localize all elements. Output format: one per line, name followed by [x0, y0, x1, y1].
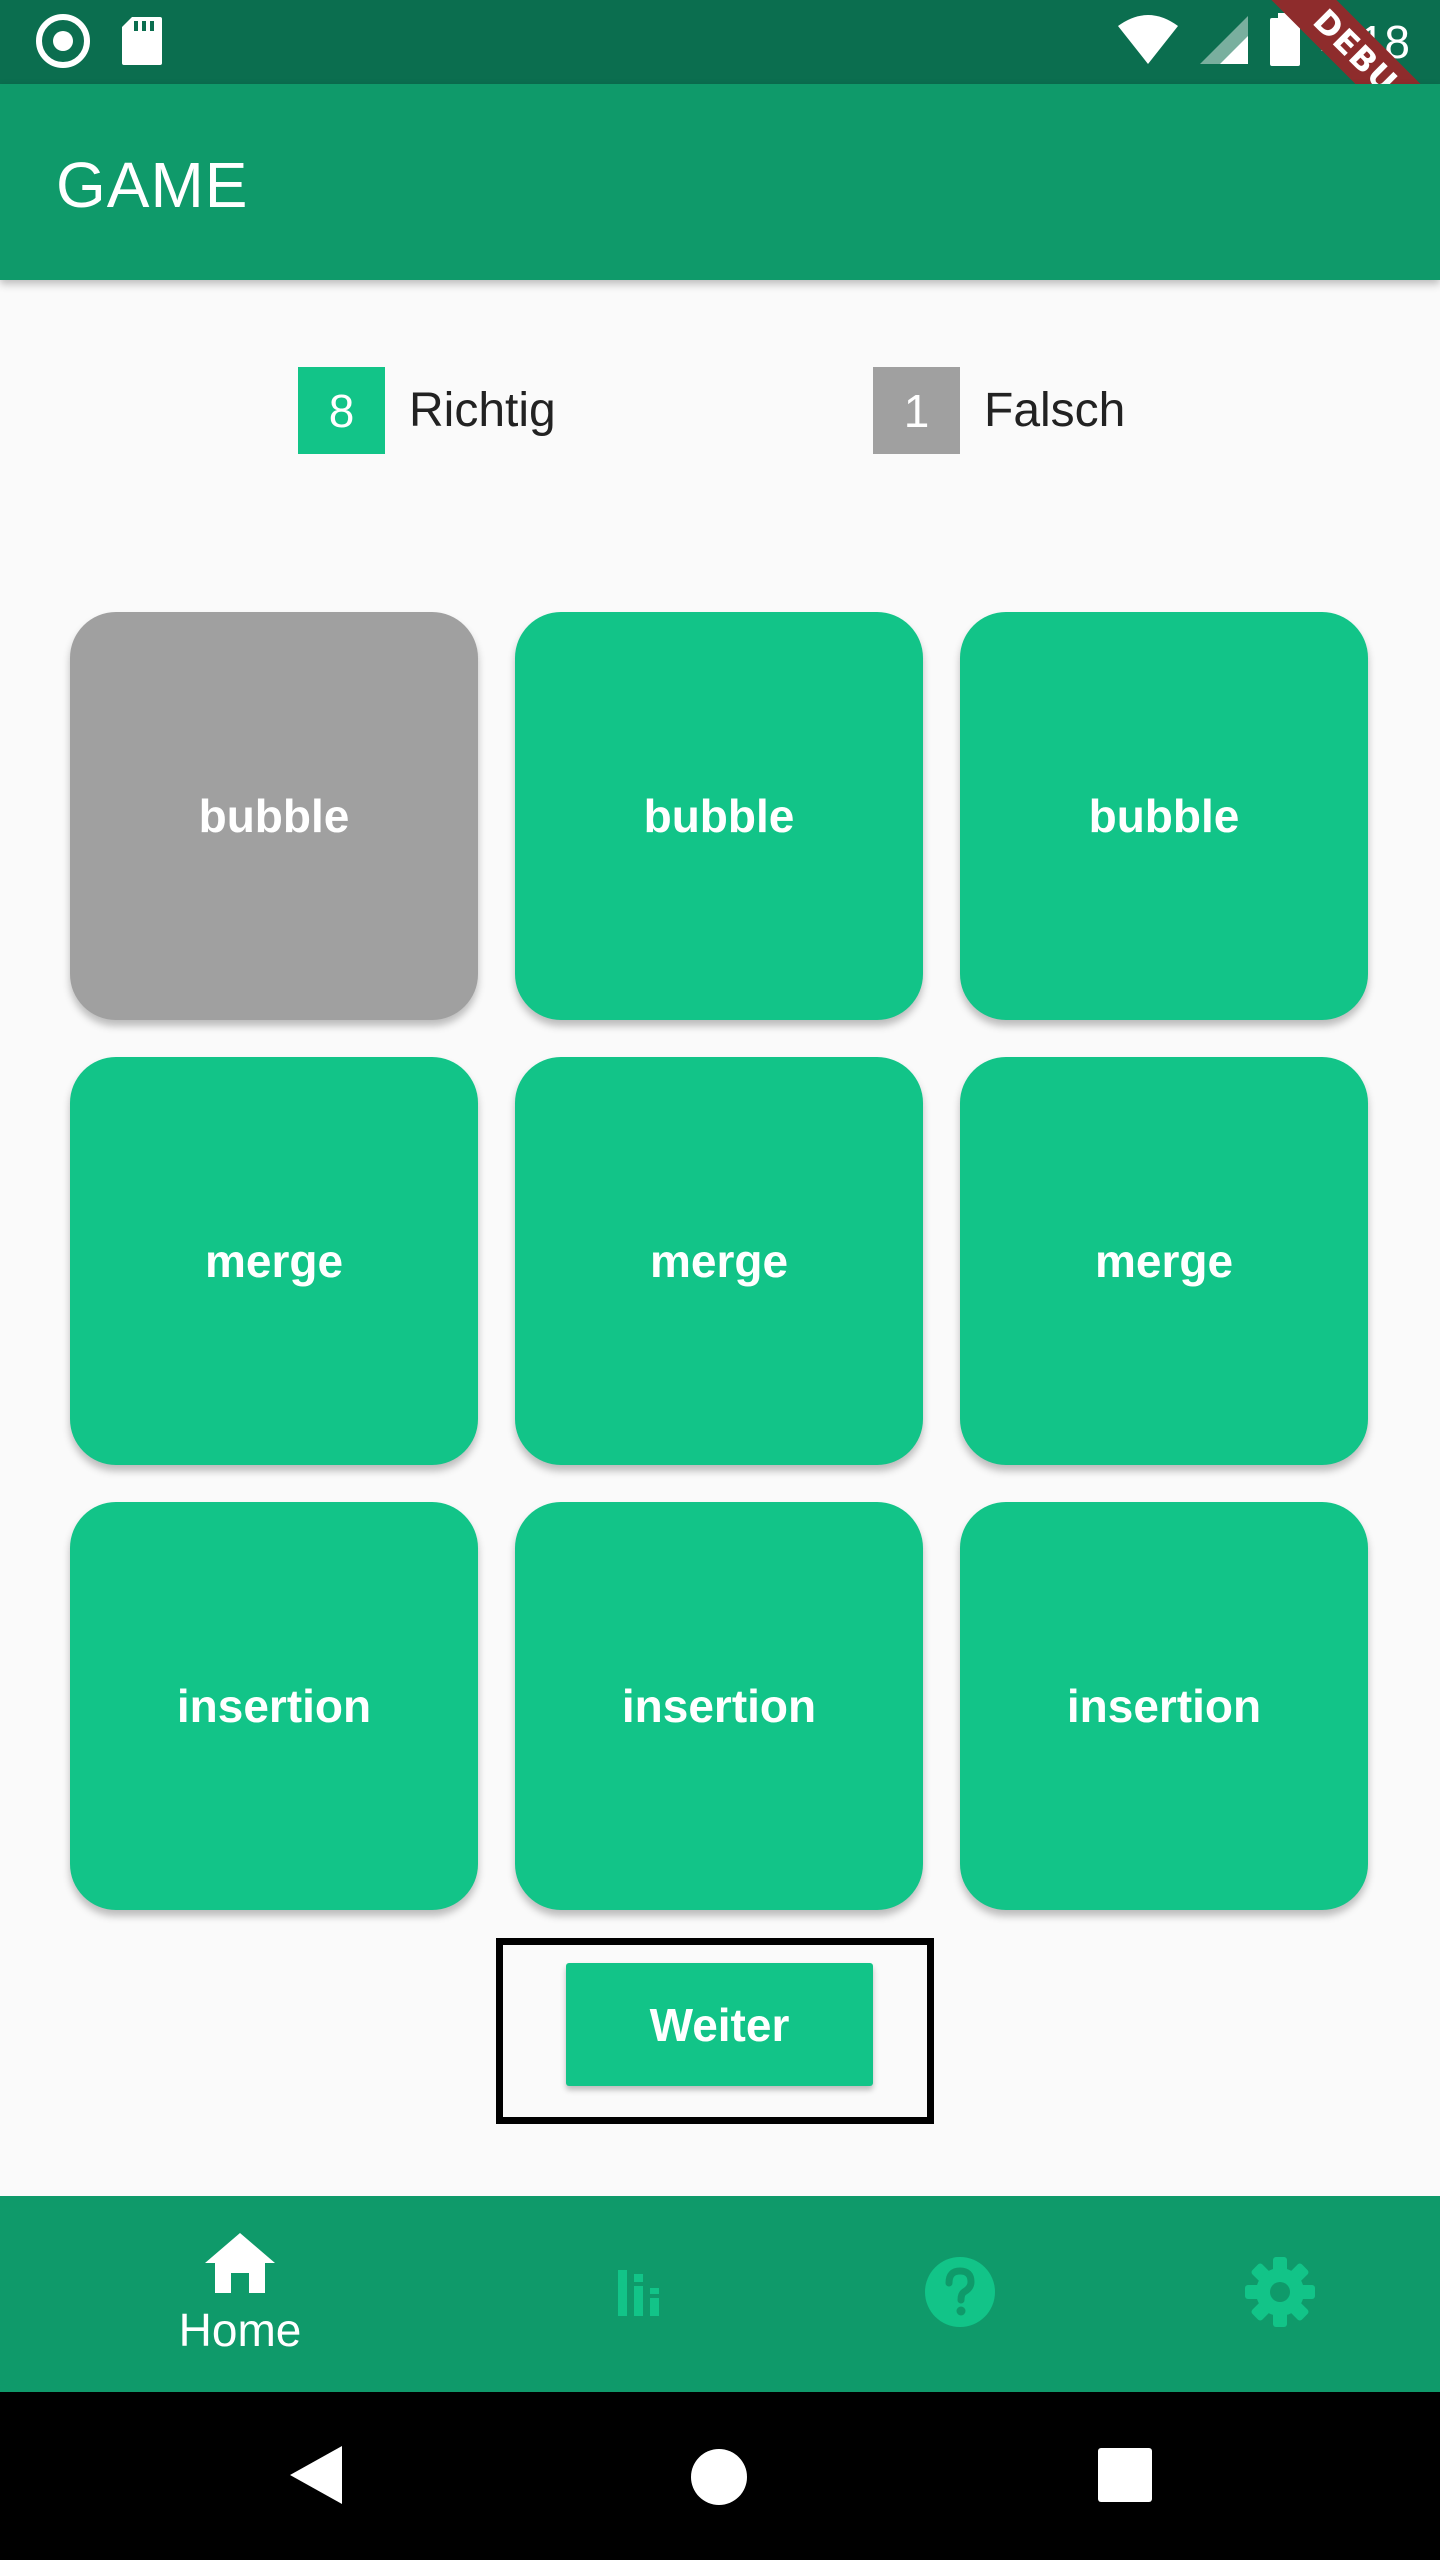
correct-label: Richtig: [409, 384, 556, 437]
system-navigation-bar: [0, 2392, 1440, 2560]
settings-icon: [1243, 2255, 1317, 2333]
home-icon: [203, 2231, 277, 2299]
card[interactable]: merge: [70, 1057, 478, 1465]
page-title: GAME: [56, 149, 249, 221]
home-circle-icon[interactable]: [690, 2448, 748, 2510]
help-icon: [923, 2255, 997, 2333]
bar-chart-icon: [612, 2262, 672, 2326]
status-bar: 4:18 DEBUG: [0, 0, 1440, 180]
weiter-button[interactable]: Weiter: [566, 1963, 873, 2086]
card-grid: bubble bubble bubble merge merge merge i…: [70, 612, 1368, 1910]
card[interactable]: bubble: [515, 612, 923, 1020]
card[interactable]: insertion: [960, 1502, 1368, 1910]
card[interactable]: bubble: [960, 612, 1368, 1020]
back-icon[interactable]: [288, 2444, 344, 2510]
wrong-label: Falsch: [984, 384, 1126, 437]
record-icon: [36, 14, 90, 72]
nav-item-home[interactable]: Home: [140, 2196, 340, 2392]
nav-item-statistics[interactable]: [542, 2196, 742, 2392]
correct-score: 8 Richtig: [298, 367, 556, 454]
wrong-score: 1 Falsch: [873, 367, 1125, 454]
nav-item-settings[interactable]: [1180, 2196, 1380, 2392]
nav-item-home-label: Home: [178, 2304, 302, 2356]
card[interactable]: insertion: [70, 1502, 478, 1910]
correct-count-badge: 8: [298, 367, 385, 454]
signal-icon: [1198, 14, 1250, 70]
recents-icon[interactable]: [1098, 2448, 1152, 2506]
wrong-count-badge: 1: [873, 367, 960, 454]
card[interactable]: bubble: [70, 612, 478, 1020]
sd-card-icon: [120, 15, 164, 71]
card[interactable]: merge: [960, 1057, 1368, 1465]
app-bar: GAME: [0, 84, 1440, 280]
card[interactable]: insertion: [515, 1502, 923, 1910]
card[interactable]: merge: [515, 1057, 923, 1465]
nav-item-help[interactable]: [860, 2196, 1060, 2392]
wifi-icon: [1116, 14, 1180, 70]
bottom-navigation: Home: [0, 2196, 1440, 2392]
